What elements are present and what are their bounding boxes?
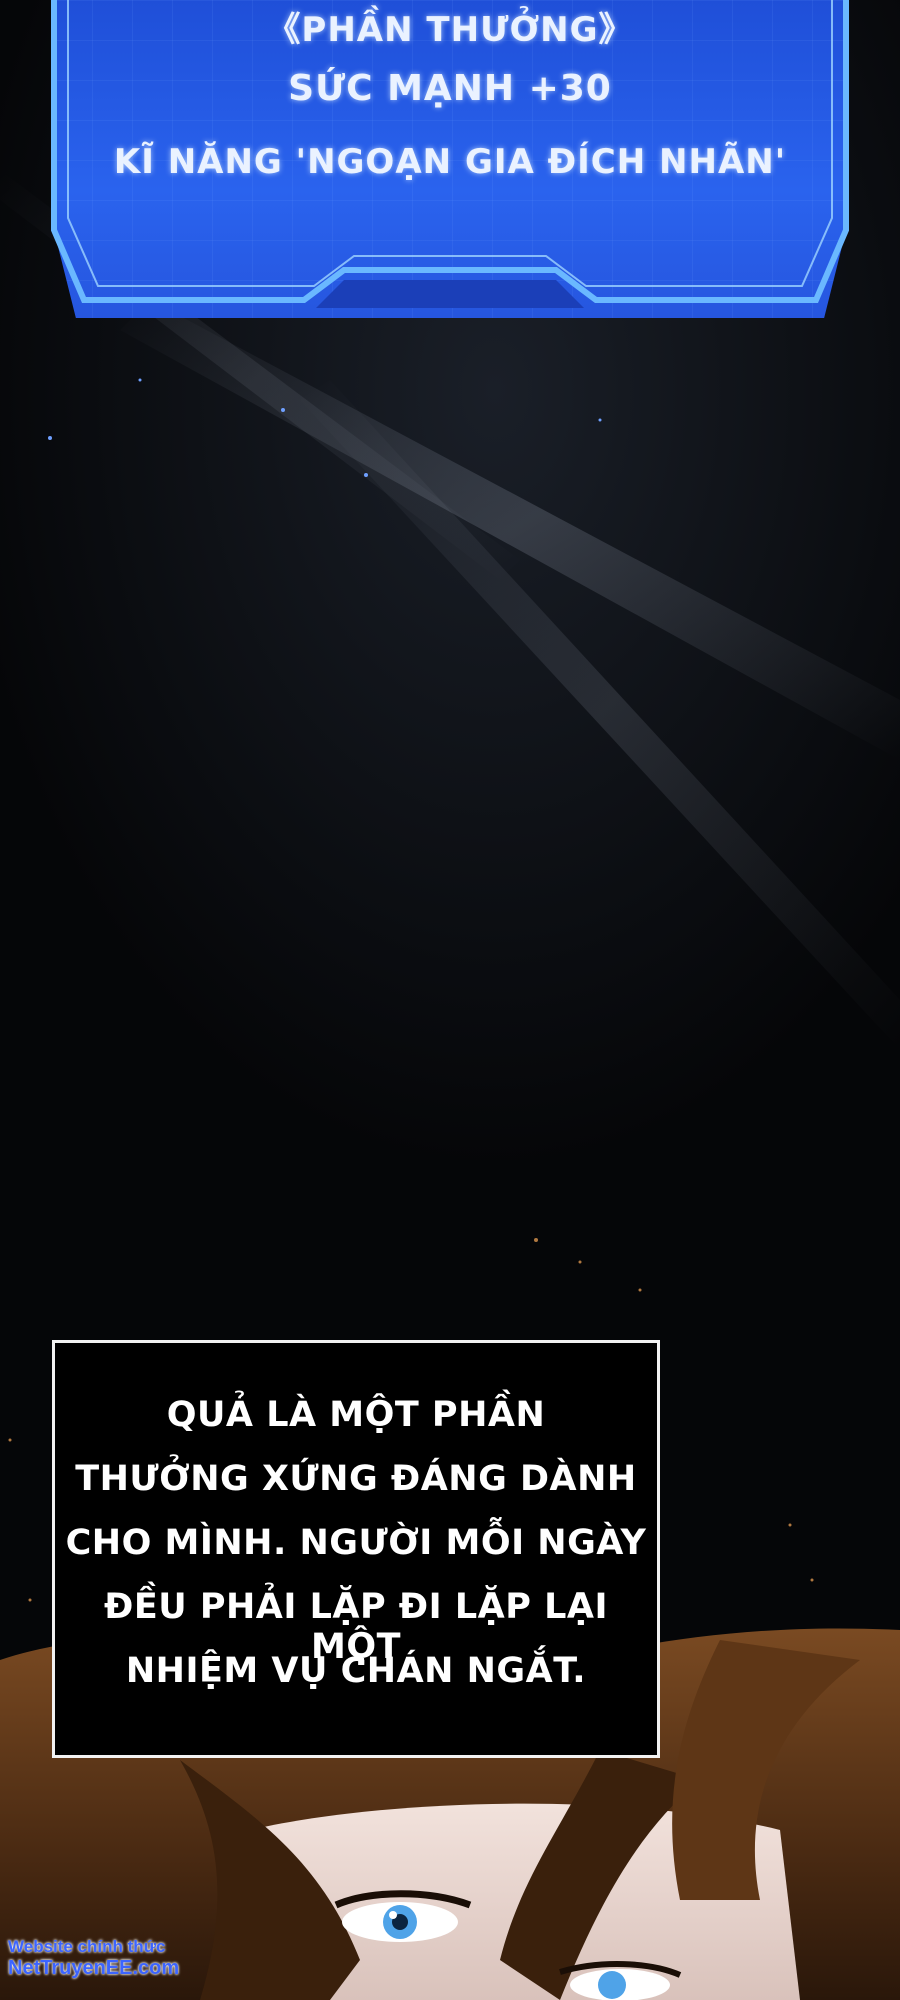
narration-line: NHIỆM VỤ CHÁN NGẮT. [125,1651,587,1691]
watermark-site: NetTruyenEE.com [8,1957,180,1979]
narration-line: CHO MÌNH. NGƯỜI MỖI NGÀY [65,1523,647,1563]
reward-heading: 《PHẦN THƯỞNG》 [266,10,634,50]
narration-line: QUẢ LÀ MỘT PHẦN [166,1395,546,1435]
watermark-caption: Website chính thức [8,1937,166,1956]
reward-strength: SỨC MẠNH +30 [288,68,612,109]
narration-line: THƯỞNG XỨNG ĐÁNG DÀNH [75,1459,637,1499]
reward-skill: KĨ NĂNG 'NGOẠN GIA ĐÍCH NHÃN' [113,142,787,182]
narration-box: QUẢ LÀ MỘT PHẦN THƯỞNG XỨNG ĐÁNG DÀNH CH… [52,1340,660,1758]
